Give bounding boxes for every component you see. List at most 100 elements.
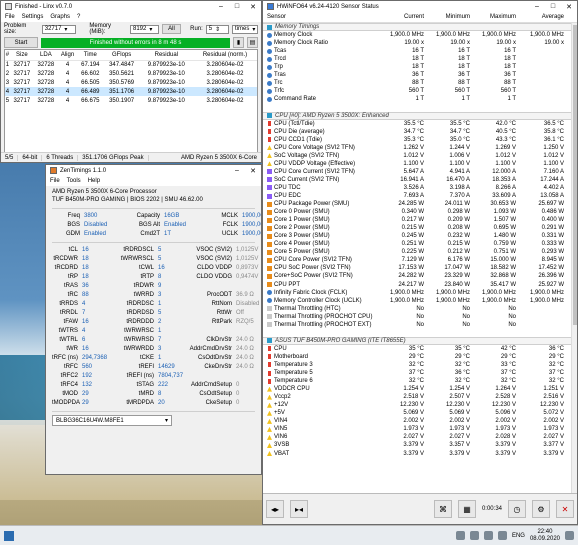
- sensor-row[interactable]: Vccp2 2.518 V 2.507 V 2.528 V 2.516 V: [263, 393, 577, 401]
- sensor-row[interactable]: Temperature 3 32 °C 32 °C 33 °C 32 °C: [263, 361, 577, 369]
- sensor-group-header[interactable]: CPU [#0]: AMD Ryzen 5 3500X: Enhanced: [263, 111, 577, 120]
- menu-tools[interactable]: Tools: [67, 178, 81, 184]
- table-row[interactable]: 1 32717 32728 4 67.194 347.4847 9.879923e-10 3.…: [5, 60, 257, 69]
- dimm-select[interactable]: BLBG36C16U4W.M8FE1 ▾: [52, 415, 172, 426]
- save-icon[interactable]: ▤: [247, 37, 258, 48]
- app-tray-icon[interactable]: [469, 531, 479, 540]
- sensor-row[interactable]: VIN5 1.973 V 1.973 V 1.973 V 1.973 V: [263, 425, 577, 433]
- close-icon[interactable]: ✕: [556, 500, 574, 518]
- table-row[interactable]: 4 32717 32728 4 66.489 351.1706 9.879923e-10 3.…: [5, 87, 257, 96]
- collapse-icon[interactable]: ▸◂: [290, 500, 308, 518]
- menu-settings[interactable]: Settings: [22, 14, 44, 20]
- sensor-row[interactable]: Core 0 Power (SMU) 0.340 W 0.298 W 1.093 W 0…: [263, 208, 577, 216]
- close-icon[interactable]: ✕: [245, 165, 261, 176]
- maximize-icon[interactable]: □: [545, 1, 561, 12]
- run-count-spinner[interactable]: 5 ⇕: [205, 24, 229, 34]
- sensor-row[interactable]: VIN6 2.027 V 2.027 V 2.028 V 2.027 V: [263, 433, 577, 441]
- menu-graphs[interactable]: Graphs: [50, 14, 70, 20]
- sensor-row[interactable]: Trp 18 T 18 T 18 T: [263, 63, 577, 71]
- sensor-row[interactable]: Core 3 Power (SMU) 0.245 W 0.232 W 1.480 W 0…: [263, 232, 577, 240]
- sensor-row[interactable]: Trc 88 T 88 T 88 T: [263, 79, 577, 87]
- sensor-row[interactable]: Thermal Throttling (PROCHOT CPU) No No No: [263, 313, 577, 321]
- sensor-row[interactable]: SoC Voltage (SVI2 TFN) 1.012 V 1.006 V 1.01…: [263, 152, 577, 160]
- sensor-row[interactable]: 3VSB 3.379 V 3.357 V 3.379 V 3.377 V: [263, 441, 577, 449]
- hwinfo-window[interactable]: HWiNFO64 v6.24-4120 Sensor Status – □ ✕ Se…: [262, 0, 578, 525]
- sensor-row[interactable]: CPU SoC Power (SVI2 TFN) 17.153 W 17.047 W…: [263, 264, 577, 272]
- scrollbar-thumb[interactable]: [573, 25, 577, 325]
- scrollbar[interactable]: [571, 23, 577, 494]
- sensor-row[interactable]: CPU Core Voltage (SVI2 TFN) 1.262 V 1.244 …: [263, 144, 577, 152]
- minimize-icon[interactable]: –: [213, 1, 229, 12]
- start-button[interactable]: Start: [4, 37, 38, 48]
- col-header[interactable]: Time: [77, 50, 104, 61]
- sensor-row[interactable]: Memory Controller Clock (UCLK) 1,900.0 MH…: [263, 297, 577, 305]
- zentimings-titlebar[interactable]: ZenTimings 1.1.0 – ✕: [46, 165, 261, 176]
- memory-select[interactable]: 8192 ▾: [129, 24, 159, 34]
- sensor-row[interactable]: Core 4 Power (SMU) 0.251 W 0.215 W 0.759 W 0…: [263, 240, 577, 248]
- sensor-row[interactable]: CPU Core Power (SVI2 TFN) 7.129 W 6.176 W 1…: [263, 256, 577, 264]
- sensor-list[interactable]: Memory Timings Memory Clock 1,900.0 MHz 1,9…: [263, 23, 577, 505]
- sensor-row[interactable]: Core 2 Power (SMU) 0.215 W 0.208 W 0.695 W 0…: [263, 224, 577, 232]
- sensor-row[interactable]: CPU Core Current (SVI2 TFN) 5.647 A 4.941 …: [263, 168, 577, 176]
- network-icon[interactable]: [483, 531, 493, 540]
- sensor-row[interactable]: Memory Clock 1,900.0 MHz 1,900.0 MHz 1,900.…: [263, 31, 577, 39]
- menu-file[interactable]: File: [50, 178, 60, 184]
- col-header[interactable]: Align: [57, 50, 78, 61]
- col-maximum[interactable]: Maximum: [473, 14, 519, 20]
- close-icon[interactable]: ✕: [245, 1, 261, 12]
- spinner-arrows-icon[interactable]: ⇕: [215, 26, 220, 33]
- sensor-row[interactable]: Thermal Throttling (HTC) No No No: [263, 305, 577, 313]
- sensor-row[interactable]: Tcas 16 T 16 T 16 T: [263, 47, 577, 55]
- hwinfo-titlebar[interactable]: HWiNFO64 v6.24-4120 Sensor Status – □ ✕: [263, 1, 577, 12]
- expand-icon[interactable]: ◂▸: [266, 500, 284, 518]
- menu-help[interactable]: Help: [88, 178, 100, 184]
- taskbar-clock[interactable]: 22:40 08.09.2020: [530, 529, 560, 543]
- sensor-row[interactable]: VIN4 2.002 V 2.002 V 2.002 V 2.002 V: [263, 417, 577, 425]
- sensor-row[interactable]: Core 5 Power (SMU) 0.225 W 0.212 W 0.751 W 0…: [263, 248, 577, 256]
- table-row[interactable]: 2 32717 32728 4 66.602 350.5621 9.879923e-10 3.…: [5, 69, 257, 78]
- sensor-row[interactable]: Infinity Fabric Clock (FCLK) 1,900.0 MHz 1…: [263, 289, 577, 297]
- sensor-row[interactable]: SoC Current (SVI2 TFN) 16.941 A 16.470 A 18…: [263, 176, 577, 184]
- settings-icon[interactable]: ⚙: [532, 500, 550, 518]
- sensor-row[interactable]: Command Rate 1 T 1 T 1 T: [263, 95, 577, 103]
- col-header[interactable]: Residual (norm.): [193, 50, 257, 61]
- sensor-row[interactable]: CPU Die (average) 34.7 °C 34.7 °C 40.5 °C 35…: [263, 128, 577, 136]
- notifications-icon[interactable]: [565, 531, 574, 540]
- graph-icon[interactable]: ▦: [457, 500, 476, 518]
- sensor-row[interactable]: Tras 36 T 36 T 36 T: [263, 71, 577, 79]
- col-header[interactable]: LDA: [33, 50, 58, 61]
- graph-icon[interactable]: ▮: [233, 37, 244, 48]
- run-unit-select[interactable]: times ▾: [232, 24, 258, 34]
- network-icon[interactable]: ⌘: [433, 500, 452, 518]
- sensor-row[interactable]: CPU VDDP Voltage (Effective) 1.100 V 1.100…: [263, 160, 577, 168]
- bluetooth-icon[interactable]: [455, 531, 465, 540]
- sensor-row[interactable]: VBAT 3.379 V 3.379 V 3.379 V 3.379 V: [263, 449, 577, 457]
- sensor-row[interactable]: VDDCR CPU 1.254 V 1.254 V 1.264 V 1.251 V: [263, 385, 577, 393]
- table-row[interactable]: 3 32717 32728 4 66.505 350.5769 9.879923e-10 3.…: [5, 78, 257, 87]
- sensor-row[interactable]: Temperature 5 37 °C 36 °C 37 °C 37 °C: [263, 369, 577, 377]
- col-minimum[interactable]: Minimum: [427, 14, 473, 20]
- sensor-row[interactable]: Trfc 560 T 560 T 560 T: [263, 87, 577, 95]
- clock-icon[interactable]: ◷: [508, 500, 526, 518]
- sensor-row[interactable]: Temperature 6 32 °C 32 °C 32 °C 32 °C: [263, 377, 577, 385]
- col-header[interactable]: Size: [9, 50, 34, 61]
- close-icon[interactable]: ✕: [561, 1, 577, 12]
- minimize-icon[interactable]: –: [229, 165, 245, 176]
- menu-help[interactable]: ?: [77, 14, 80, 20]
- col-header[interactable]: Residual: [139, 50, 194, 61]
- sensor-row[interactable]: CPU TDC 3.526 A 3.198 A 8.266 A 4.402 A: [263, 184, 577, 192]
- sensor-row[interactable]: CPU Package Power (SMU) 24.285 W 24.011 W 3…: [263, 200, 577, 208]
- sensor-row[interactable]: CPU (Tctl/Tdie) 35.5 °C 35.5 °C 42.0 °C 36.5…: [263, 120, 577, 128]
- all-button[interactable]: All: [161, 24, 182, 34]
- menu-file[interactable]: File: [5, 14, 15, 20]
- col-average[interactable]: Average: [519, 14, 567, 20]
- start-icon[interactable]: [4, 530, 14, 541]
- sensor-row[interactable]: CPU PPT 24.217 W 23.840 W 35.417 W 25.927 W: [263, 281, 577, 289]
- sensor-group-header[interactable]: Memory Timings: [263, 23, 577, 32]
- sensor-row[interactable]: +12V 12.230 V 12.230 V 12.230 V 12.230 V: [263, 401, 577, 409]
- sensor-row[interactable]: +5V 5.069 V 5.069 V 5.096 V 5.072 V: [263, 409, 577, 417]
- sensor-row[interactable]: Core 1 Power (SMU) 0.217 W 0.209 W 1.507 W 0…: [263, 216, 577, 224]
- col-header[interactable]: GFlops: [103, 50, 140, 61]
- language-indicator[interactable]: ENG: [512, 533, 525, 539]
- table-row[interactable]: 5 32717 32728 4 66.675 350.1907 9.879923e-10 3.…: [5, 96, 257, 105]
